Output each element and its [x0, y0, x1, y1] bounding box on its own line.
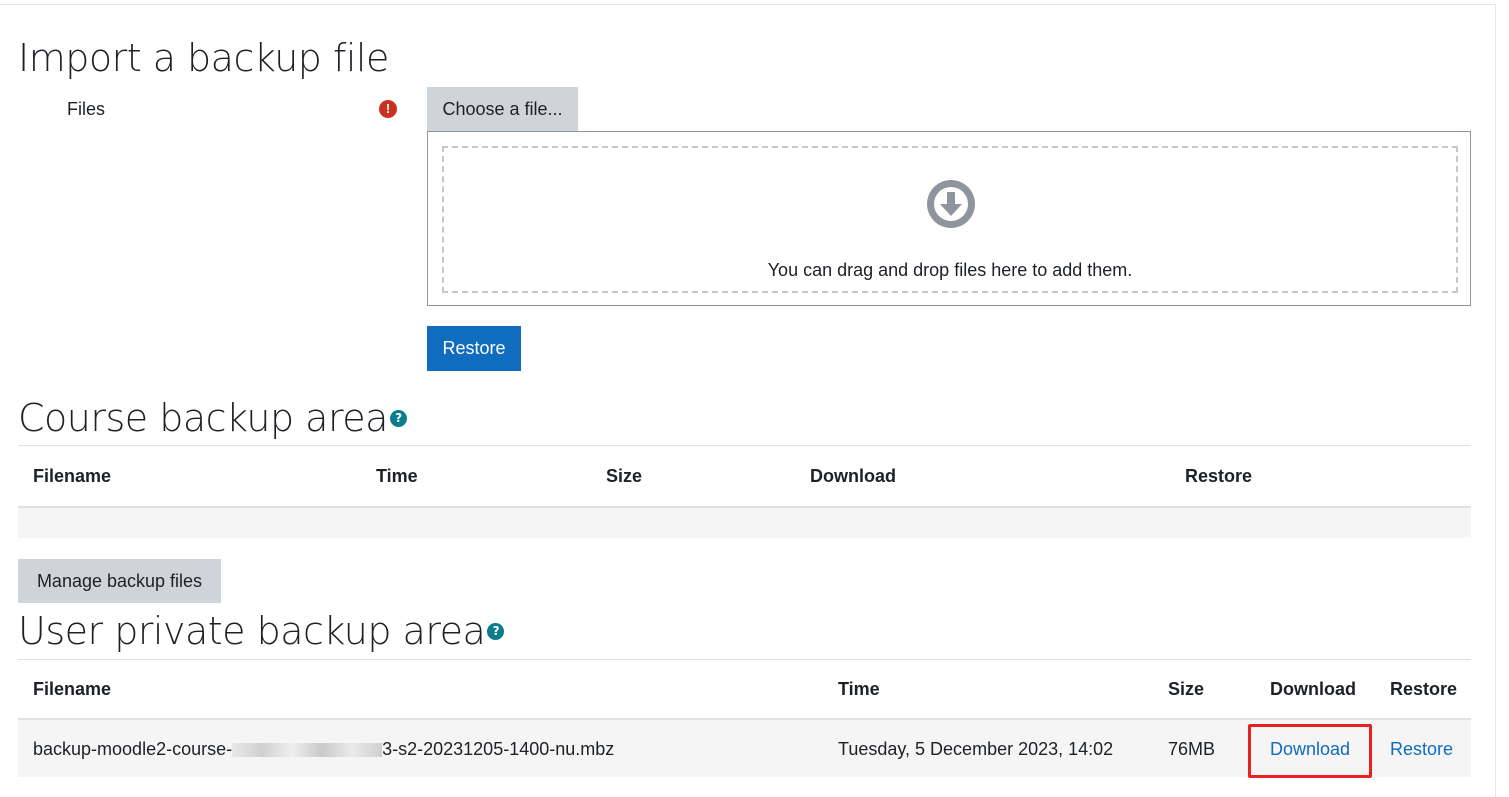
backup-filename: backup-moodle2-course- 3-s2-20231205-1400… [33, 739, 614, 760]
download-arrow-icon [927, 180, 975, 228]
user-col-time: Time [838, 679, 880, 699]
user-table-top-rule [18, 659, 1471, 660]
backup-time: Tuesday, 5 December 2023, 14:02 [838, 739, 1114, 759]
page-border-top [0, 4, 1496, 5]
course-backup-area-title: Course backup area? [18, 396, 407, 440]
user-backup-area-title-text: User private backup area [18, 609, 486, 653]
redacted-filename-part [232, 743, 383, 758]
course-col-download: Download [810, 466, 896, 486]
course-col-restore: Restore [1185, 466, 1253, 486]
filename-prefix: backup-moodle2-course- [33, 739, 233, 759]
user-col-download: Download [1270, 679, 1356, 699]
required-exclamation-icon: ! [379, 100, 397, 118]
manage-backup-files-button[interactable]: Manage backup files [18, 559, 221, 603]
user-col-size: Size [1168, 679, 1205, 699]
choose-file-button[interactable]: Choose a file... [427, 87, 578, 131]
course-col-size: Size [606, 466, 643, 486]
restore-link[interactable]: Restore [1390, 739, 1453, 760]
files-label: Files [67, 99, 106, 119]
filename-suffix: 3-s2-20231205-1400-nu.mbz [382, 739, 615, 759]
user-col-restore: Restore [1390, 679, 1458, 699]
user-private-backup-area-title: User private backup area? [18, 609, 505, 653]
dropzone-dashed-area[interactable]: You can drag and drop files here to add … [442, 146, 1458, 293]
question-circle-icon[interactable]: ? [389, 410, 407, 427]
download-highlight-box [1248, 724, 1372, 778]
user-col-filename: Filename [33, 679, 112, 699]
page-border-right [1495, 4, 1496, 797]
dropzone-text: You can drag and drop files here to add … [767, 260, 1133, 280]
course-col-filename: Filename [33, 466, 112, 486]
restore-button[interactable]: Restore [427, 326, 521, 371]
file-dropzone[interactable]: You can drag and drop files here to add … [427, 131, 1471, 306]
course-table-top-rule [18, 445, 1471, 446]
course-col-time: Time [376, 466, 418, 486]
import-backup-title: Import a backup file [18, 36, 389, 80]
backup-size: 76MB [1168, 739, 1216, 759]
course-table-empty-row [18, 508, 1471, 538]
course-backup-area-title-text: Course backup area [18, 396, 388, 440]
question-circle-icon[interactable]: ? [487, 623, 505, 640]
